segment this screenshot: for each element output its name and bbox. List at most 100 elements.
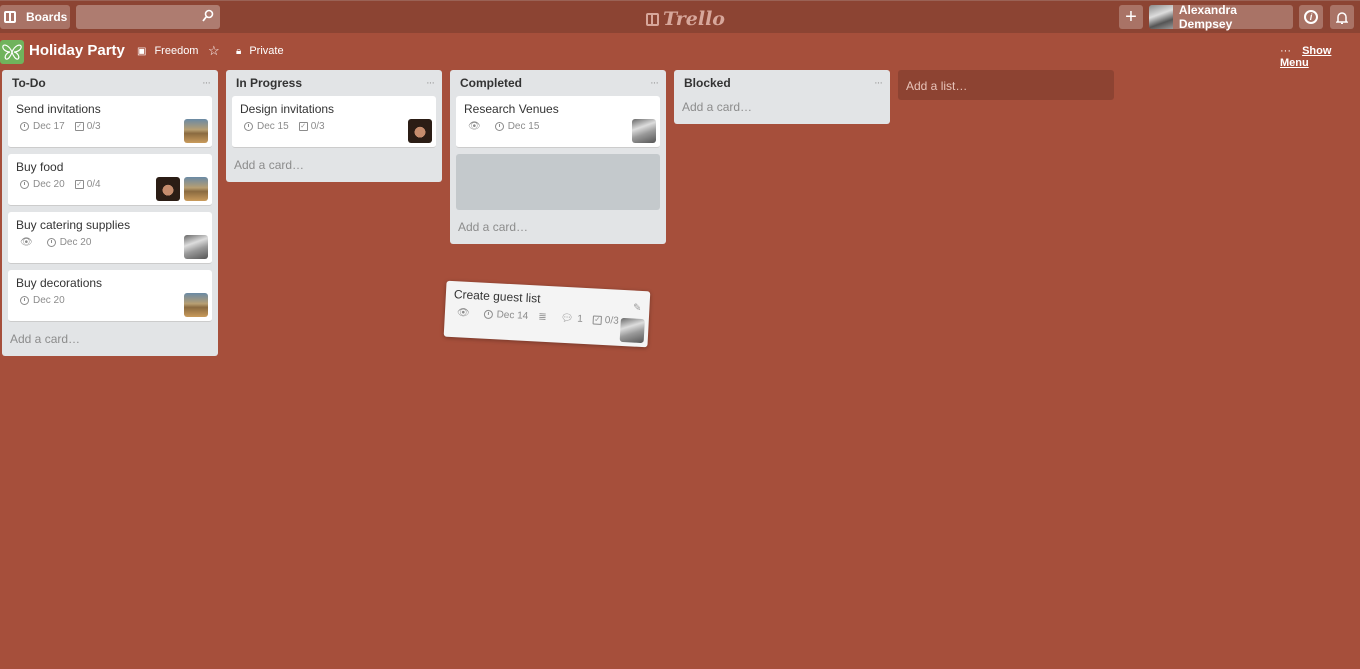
list-title[interactable]: To-Do [12,76,46,90]
checklist-badge: ✓ 0/4 [74,179,101,190]
member-avatar[interactable] [619,317,645,344]
clock-icon [494,122,504,131]
description-badge: ≣ [538,312,551,324]
list-completed: Completed ··· Research Venues 👁︎ Dec 15 … [450,70,666,244]
list-in-progress: In Progress ··· Design invitations Dec 1… [226,70,442,182]
clock-icon [46,238,56,247]
add-card-button[interactable]: Add a card… [232,154,436,176]
due-date: Dec 17 [33,121,65,132]
due-date: Dec 15 [507,121,540,132]
card[interactable]: Send invitations Dec 17 ✓ 0/3 [8,96,212,148]
user-menu-button[interactable]: Alexandra Dempsey [1149,3,1293,31]
add-button[interactable]: + [1119,5,1143,29]
checklist-badge: ✓ 0/3 [74,121,101,132]
member-avatar[interactable] [184,293,208,317]
member-avatar[interactable] [184,119,208,143]
visibility-label: Private [249,45,284,57]
card-title: Design invitations [240,102,335,116]
due-date-badge: Dec 20 [20,295,65,306]
lock-icon: 🔒︎ [236,45,242,57]
team-button[interactable]: ▣ Freedom [137,45,198,57]
pencil-icon[interactable]: ✎ [633,303,642,314]
board-header: Holiday Party ▣ Freedom ☆ 🔒︎ Private ···… [0,38,1360,69]
list-menu-icon[interactable]: ··· [202,77,211,89]
list-blocked: Blocked ··· Add a card… [674,70,890,124]
due-date: Dec 15 [257,121,289,132]
board-title[interactable]: Holiday Party [29,42,125,59]
butterfly-icon [0,40,24,64]
trello-logo-text: Trello [663,8,725,30]
member-avatar[interactable] [184,235,208,259]
star-icon: ☆ [208,43,220,58]
bell-icon [1336,11,1348,24]
due-date-badge: Dec 15 [244,121,289,132]
checklist-badge: ✓ 0/3 [592,314,619,327]
checklist-icon: ✓ [298,122,308,131]
boards-button[interactable]: Boards [0,5,70,29]
drop-placeholder [456,154,660,210]
comments-badge: 💬︎ 1 [560,313,583,325]
list-menu-icon[interactable]: ··· [426,77,435,89]
clock-icon [483,309,493,320]
checklist-count: 0/4 [86,179,101,190]
user-avatar [1149,5,1173,29]
list-menu-icon[interactable]: ··· [650,77,659,89]
watching-badge: 👁︎ [468,121,485,132]
dragged-card[interactable]: Create guest list 👁︎ Dec 14 ≣ 💬︎ 1 ✓ 0/3 ✎ [443,280,651,348]
member-avatar[interactable] [156,177,180,201]
checklist-icon: ✓ [592,315,603,325]
add-list-button[interactable]: Add a list… [898,70,1114,100]
checklist-count: 0/3 [86,121,101,132]
add-card-button[interactable]: Add a card… [8,328,212,350]
card[interactable]: Buy decorations Dec 20 [8,270,212,322]
card[interactable]: Buy catering supplies 👁︎ Dec 20 [8,212,212,264]
card-title: Buy decorations [16,276,103,290]
star-button[interactable]: ☆ [208,43,220,59]
boards-label: Boards [26,10,68,24]
due-date: Dec 20 [33,295,65,306]
due-date: Dec 20 [33,179,65,190]
trello-logo[interactable]: Trello [646,8,725,30]
eye-icon: 👁︎ [20,237,33,248]
card[interactable]: Buy food Dec 20 ✓ 0/4 [8,154,212,206]
show-menu-button[interactable]: ··· Show Menu [1280,45,1360,69]
eye-icon: 👁︎ [468,121,481,132]
list-menu-icon[interactable]: ··· [874,77,883,89]
card[interactable]: Research Venues 👁︎ Dec 15 [456,96,660,148]
clock-icon [20,122,29,131]
due-date: Dec 20 [59,237,92,248]
clock-icon [20,296,29,305]
boards-icon [4,11,16,23]
card-title: Buy food [16,160,64,174]
trello-logo-icon [646,12,659,26]
list-title[interactable]: Blocked [684,76,731,90]
due-date: Dec 14 [496,309,529,323]
watching-badge: 👁︎ [457,307,474,319]
list-title[interactable]: In Progress [236,76,302,90]
due-date-badge: Dec 20 [20,179,65,190]
list-title[interactable]: Completed [460,76,522,90]
notifications-button[interactable] [1330,5,1354,29]
info-button[interactable]: i [1299,5,1323,29]
card[interactable]: Design invitations Dec 15 ✓ 0/3 [232,96,436,148]
member-avatar[interactable] [632,119,656,143]
add-card-button[interactable]: Add a card… [456,216,660,238]
user-name: Alexandra Dempsey [1178,3,1237,31]
watching-badge: 👁︎ [20,237,37,248]
due-date-badge: Dec 14 [483,309,529,323]
member-avatar[interactable] [408,119,432,143]
card-title: Buy catering supplies [16,218,131,232]
due-date-badge: Dec 20 [46,237,92,248]
checklist-badge: ✓ 0/3 [298,121,325,132]
search-icon[interactable] [202,9,214,23]
comment-count: 1 [576,313,584,325]
checklist-icon: ✓ [74,122,84,131]
visibility-button[interactable]: 🔒︎ Private [236,45,284,57]
due-date-badge: Dec 15 [494,121,540,132]
top-header: Boards Trello + Alexandra Dempsey i [0,0,1360,33]
add-card-button[interactable]: Add a card… [680,96,884,118]
member-avatar[interactable] [184,177,208,201]
checklist-count: 0/3 [310,121,325,132]
comment-icon: 💬︎ [560,312,574,325]
search-input[interactable] [76,5,220,29]
